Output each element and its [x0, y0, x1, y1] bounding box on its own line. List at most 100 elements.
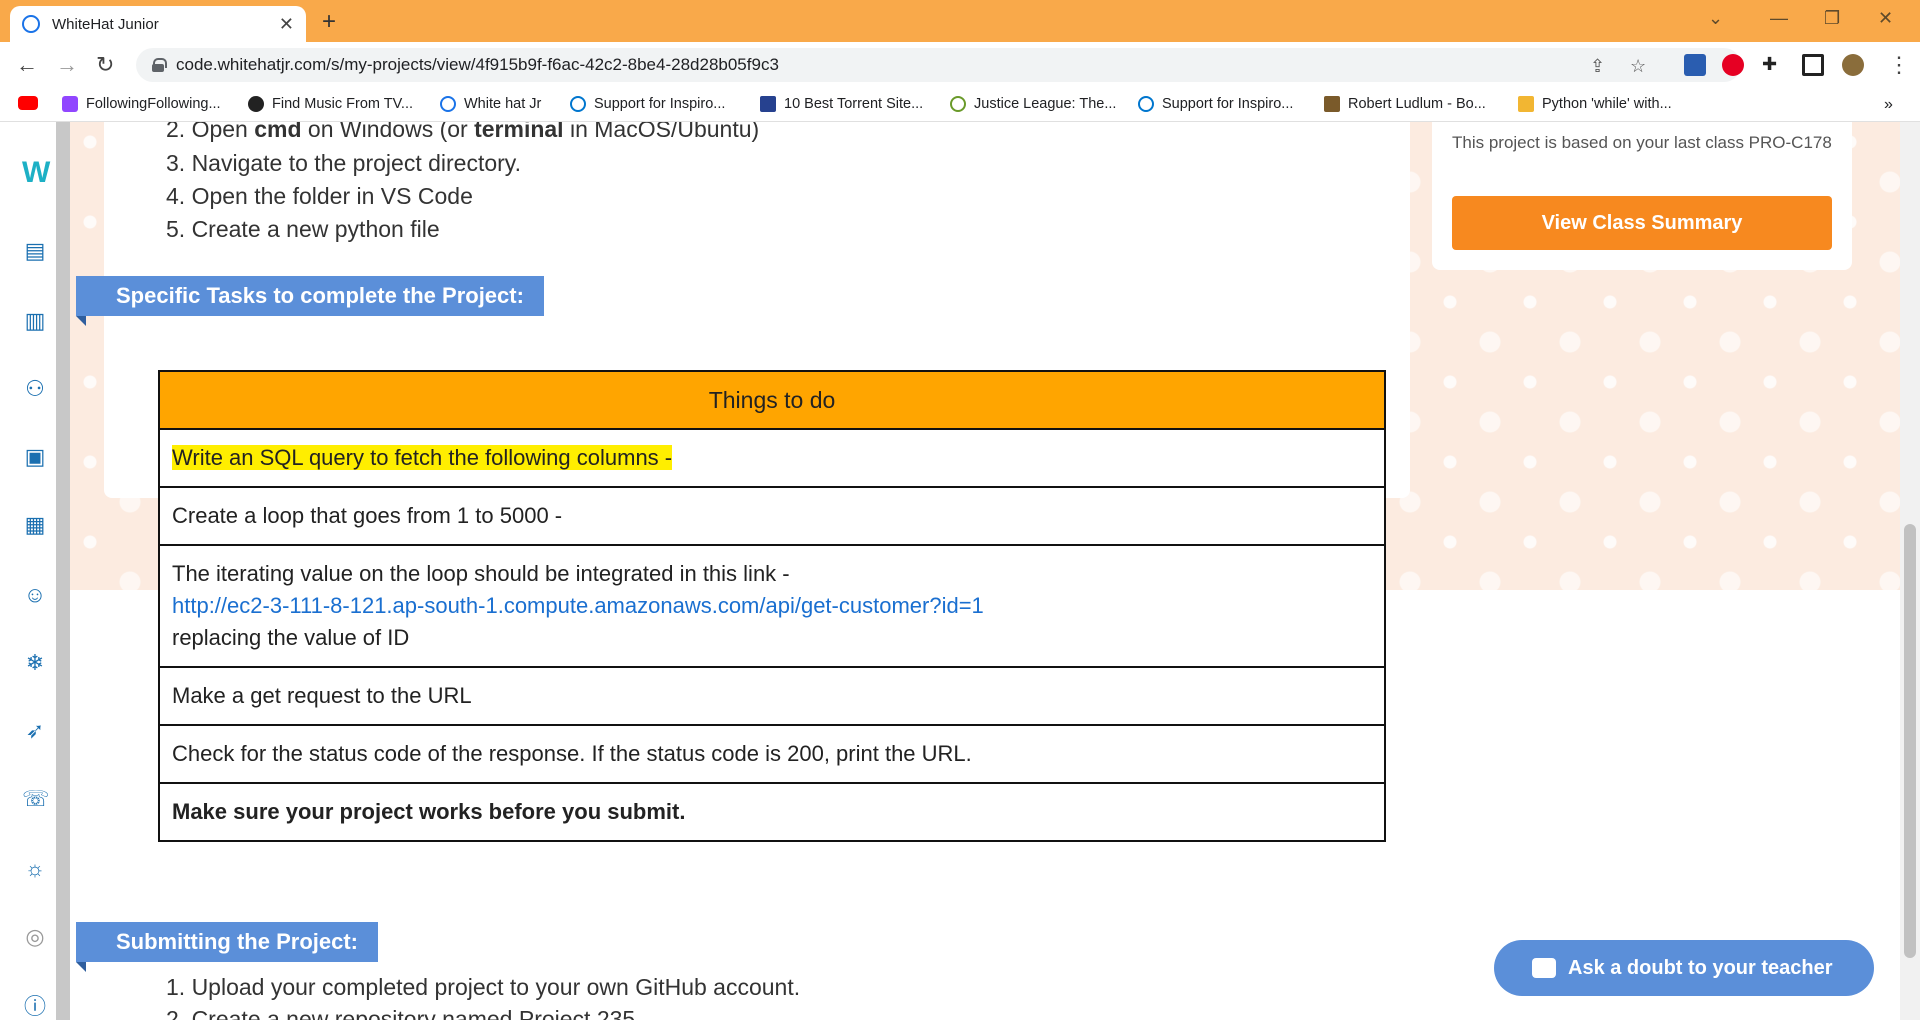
bookmark-label: Support for Inspiro... [1162, 96, 1294, 112]
dell-icon [570, 96, 586, 112]
address-bar[interactable]: code.whitehatjr.com/s/my-projects/view/4… [136, 48, 1741, 82]
bookmark-item[interactable]: Support for Inspiro... [1138, 96, 1293, 112]
youtube-bookmark-icon[interactable] [18, 96, 46, 110]
dell-icon [1138, 96, 1154, 112]
task-text: The iterating value on the loop should b… [172, 561, 790, 586]
bookmark-item[interactable]: Support for Inspiro... [570, 96, 725, 112]
puzzle-extensions-icon[interactable]: ✚ [1762, 54, 1784, 76]
scrollbar-thumb[interactable] [1904, 524, 1916, 958]
side-panel-icon[interactable] [1802, 54, 1824, 76]
based-on-text: This project is based on your last class… [1452, 133, 1832, 152]
profile-avatar[interactable] [1842, 54, 1864, 76]
task-text: Create a loop that goes from 1 to 5000 - [159, 487, 1385, 546]
smiley-icon[interactable]: ☺ [22, 582, 48, 608]
pinterest-icon[interactable] [1722, 54, 1744, 76]
url-text: code.whitehatjr.com/s/my-projects/view/4… [176, 55, 779, 74]
python-icon [1518, 96, 1534, 112]
task-text: Make sure your project works before you … [159, 783, 1385, 842]
table-row: Write an SQL query to fetch the followin… [159, 429, 1385, 488]
menu-kebab-icon[interactable]: ⋮ [1888, 52, 1910, 78]
more-bookmarks-icon[interactable]: » [1884, 96, 1893, 114]
table-header: Things to do [159, 371, 1385, 430]
bookmark-label: White hat Jr [464, 96, 542, 112]
task-text: Make a get request to the URL [159, 667, 1385, 726]
browser-toolbar: ← → ↻ code.whitehatjr.com/s/my-projects/… [0, 42, 1920, 88]
close-window-icon[interactable]: ✕ [1878, 8, 1893, 29]
notes-icon[interactable]: ▣ [22, 444, 48, 470]
step-5: 5. Create a new python file [166, 216, 440, 242]
music-icon [248, 96, 264, 112]
class-summary-card: This project is based on your last class… [1432, 122, 1852, 270]
book-icon[interactable]: ▥ [22, 308, 48, 334]
whitehat-logo-icon[interactable]: W [22, 158, 50, 188]
books-icon [1324, 96, 1340, 112]
section-heading-submit: Submitting the Project: [76, 922, 378, 972]
section-heading-tasks: Specific Tasks to complete the Project: [76, 276, 544, 326]
step-4: 4. Open the folder in VS Code [166, 183, 473, 209]
bookmark-label: Support for Inspiro... [594, 96, 726, 112]
bookmark-item[interactable]: Find Music From TV... [248, 96, 413, 112]
bookmark-label: Python 'while' with... [1542, 96, 1672, 112]
bookmarks-bar: FollowingFollowing... Find Music From TV… [0, 88, 1920, 122]
table-row: Make a get request to the URL [159, 667, 1385, 726]
task-text: Write an SQL query to fetch the followin… [172, 445, 673, 470]
back-icon[interactable]: ← [16, 52, 38, 78]
bookmark-item[interactable]: Justice League: The... [950, 96, 1116, 112]
bookmark-label: Find Music From TV... [272, 96, 414, 112]
view-class-summary-button[interactable]: View Class Summary [1452, 196, 1832, 250]
bookmark-star-icon[interactable]: ☆ [1630, 56, 1646, 77]
extension-icon[interactable] [1684, 54, 1706, 76]
close-tab-icon[interactable]: ✕ [279, 14, 294, 35]
forward-icon[interactable]: → [56, 52, 78, 78]
project-content: 2. Open cmd on Windows (or terminal in M… [70, 122, 1900, 1020]
lock-icon [152, 58, 167, 72]
whitehat-favicon-icon [22, 15, 40, 33]
page-scrollbar[interactable] [1900, 122, 1920, 1020]
lightbulb-icon[interactable]: ☼ [22, 856, 48, 882]
document-icon[interactable]: ▦ [22, 512, 48, 538]
ask-doubt-button[interactable]: Ask a doubt to your teacher [1494, 940, 1874, 996]
support-icon[interactable]: ☏ [22, 786, 50, 812]
bookmark-item[interactable]: FollowingFollowing... [62, 96, 221, 112]
site-icon [950, 96, 966, 112]
profile-icon[interactable]: ◎ [22, 924, 48, 950]
dashboard-icon[interactable]: ▤ [22, 238, 48, 264]
table-row: Make sure your project works before you … [159, 783, 1385, 842]
minimize-icon[interactable]: — [1770, 8, 1788, 29]
ask-doubt-label: Ask a doubt to your teacher [1568, 956, 1833, 979]
browser-tab[interactable]: WhiteHat Junior ✕ [10, 6, 306, 42]
twitch-icon [62, 96, 78, 112]
bookmark-label: FollowingFollowing... [86, 96, 221, 112]
bookmark-label: Justice League: The... [974, 96, 1117, 112]
reload-icon[interactable]: ↻ [96, 52, 114, 78]
bookmark-item[interactable]: Python 'while' with... [1518, 96, 1672, 112]
tab-search-chevron-icon[interactable]: ⌄ [1708, 8, 1723, 29]
bookmark-item[interactable]: White hat Jr [440, 96, 541, 112]
share-icon[interactable]: ⇪ [1590, 56, 1605, 77]
tab-title: WhiteHat Junior [52, 15, 159, 33]
snowflake-icon[interactable]: ❄ [22, 650, 48, 676]
connections-icon[interactable]: ⚇ [22, 376, 48, 402]
task-text: Check for the status code of the respons… [159, 725, 1385, 784]
submit-step-1: 1. Upload your completed project to your… [166, 974, 801, 1000]
bookmark-item[interactable]: 10 Best Torrent Site... [760, 96, 923, 112]
api-link[interactable]: http://ec2-3-111-8-121.ap-south-1.comput… [172, 590, 1372, 622]
rocket-icon[interactable]: ➶ [22, 718, 48, 744]
table-row: The iterating value on the loop should b… [159, 545, 1385, 668]
step-3: 3. Navigate to the project directory. [166, 150, 521, 176]
graduation-cap-icon [760, 96, 776, 112]
step-2: 2. Open cmd on Windows (or terminal in M… [166, 122, 760, 142]
info-icon[interactable]: ⓘ [22, 994, 48, 1020]
sidebar-scrollbar[interactable] [56, 122, 70, 1020]
restore-icon[interactable]: ❐ [1824, 8, 1840, 29]
table-row: Create a loop that goes from 1 to 5000 - [159, 487, 1385, 546]
bookmark-label: Robert Ludlum - Bo... [1348, 96, 1486, 112]
submit-step-2: 2. Create a new repository named Project… [166, 1006, 636, 1020]
chat-icon [1532, 958, 1556, 978]
table-row: Check for the status code of the respons… [159, 725, 1385, 784]
new-tab-icon[interactable]: + [322, 8, 336, 36]
task-text: replacing the value of ID [172, 625, 410, 650]
bookmark-item[interactable]: Robert Ludlum - Bo... [1324, 96, 1486, 112]
whitehat-icon [440, 96, 456, 112]
browser-tab-strip: WhiteHat Junior ✕ + ⌄ — ❐ ✕ [0, 0, 1920, 42]
